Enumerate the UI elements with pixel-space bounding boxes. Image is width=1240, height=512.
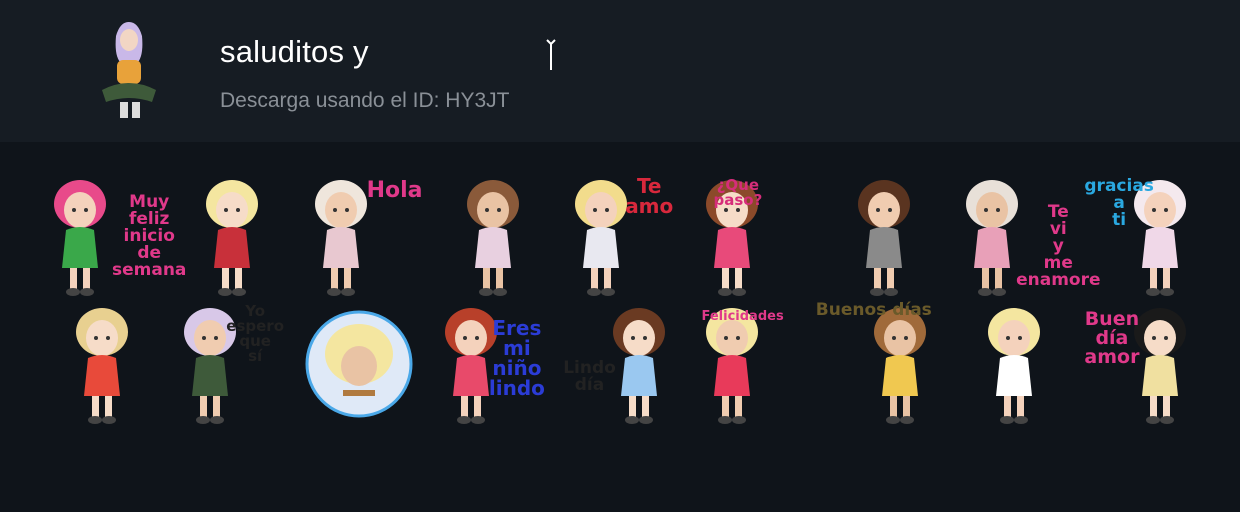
sticker-character-art — [42, 304, 160, 430]
sticker-caption: Felicidades — [702, 310, 784, 323]
sticker-18[interactable]: Buen día amor — [1084, 304, 1202, 430]
sticker-8[interactable]: Te vi y me enamore — [954, 176, 1101, 302]
sticker-character-art — [303, 304, 421, 430]
sticker-2[interactable] — [172, 176, 290, 302]
sticker-1[interactable]: Muy feliz inicio de semana — [42, 176, 186, 302]
sticker-10[interactable] — [42, 304, 160, 430]
sticker-caption-line: amo — [625, 194, 674, 218]
sticker-caption-line: paso? — [713, 191, 763, 209]
sticker-6[interactable]: ¿Que paso? — [694, 176, 812, 302]
sticker-caption-line: Buenos días — [815, 300, 932, 320]
sticker-character-art — [824, 304, 942, 430]
sticker-caption: Buen día amor — [1084, 310, 1139, 367]
sticker-caption: Eres mi niño lindo — [489, 318, 545, 398]
pack-download-id: Descarga usando el ID: HY3JT — [220, 89, 510, 112]
sticker-character-art — [433, 176, 551, 302]
sticker-caption: Hola — [367, 180, 423, 202]
sticker-caption-line: Eres — [492, 316, 542, 340]
sticker-caption-line: sí — [248, 347, 263, 365]
sticker-character-art — [824, 176, 942, 302]
sticker-5[interactable]: Te amo — [563, 176, 681, 302]
sticker-11[interactable]: Yo espero que sí — [172, 304, 290, 430]
sticker-caption-line: niño — [492, 356, 542, 380]
sticker-character-art — [172, 176, 290, 302]
sticker-caption: Te amo — [625, 176, 673, 216]
sticker-caption-line: ti — [1112, 210, 1127, 230]
sticker-3[interactable]: Hola — [303, 176, 423, 302]
sticker-16[interactable]: Buenos días — [816, 302, 942, 430]
sticker-caption: Lindo día — [563, 360, 616, 394]
sticker-14[interactable]: Lindo día — [563, 304, 681, 430]
sticker-caption: Yo espero que sí — [226, 304, 284, 364]
sticker-12[interactable] — [303, 304, 421, 430]
sticker-17[interactable] — [954, 304, 1072, 430]
pack-title: saluditos y — [220, 34, 369, 69]
pack-header: saluditos y Descarga usando el ID: HY3JT — [0, 0, 1240, 142]
sticker-character-art — [954, 304, 1072, 430]
sticker-13[interactable]: Eres mi niño lindo — [433, 304, 551, 430]
sticker-15[interactable]: Felicidades — [694, 304, 812, 430]
sticker-caption-line: día — [574, 375, 605, 395]
sticker-9[interactable]: gracias a ti — [1084, 176, 1202, 302]
sticker-7[interactable] — [824, 176, 942, 302]
sticker-caption: Buenos días — [816, 302, 932, 319]
pack-avatar — [92, 18, 166, 122]
sticker-caption-line: mi — [503, 336, 531, 360]
text-cursor-icon — [543, 38, 559, 74]
sticker-caption-line: Felicidades — [701, 309, 784, 324]
sticker-4[interactable] — [433, 176, 551, 302]
sticker-caption-line: lindo — [488, 376, 545, 400]
sticker-grid: Muy feliz inicio de semana Hola Te amo ¿… — [0, 142, 1240, 512]
sticker-caption: ¿Que paso? — [714, 178, 763, 208]
sticker-caption-line: Te — [636, 174, 662, 198]
sticker-caption: gracias a ti — [1084, 178, 1154, 229]
sticker-caption-line: Hola — [366, 178, 423, 203]
sticker-caption-line: amor — [1084, 346, 1140, 368]
